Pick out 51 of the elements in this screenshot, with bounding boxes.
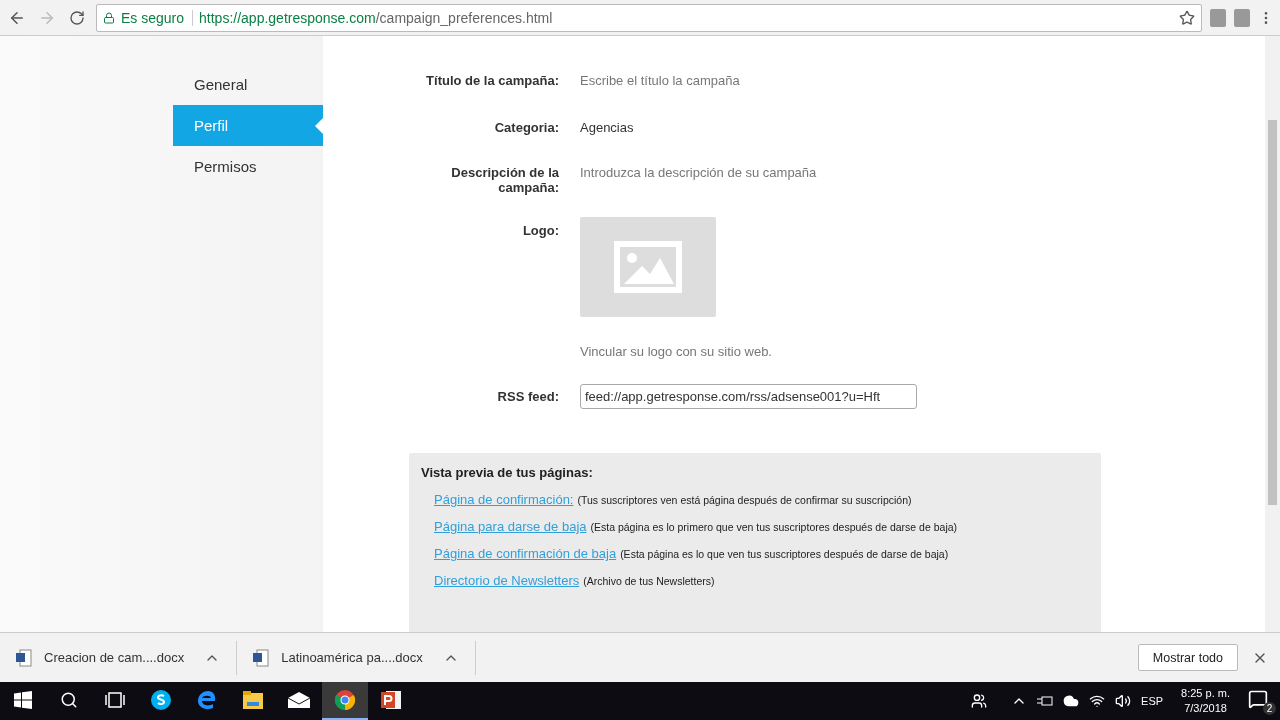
sidebar-item[interactable]: General bbox=[173, 64, 323, 105]
address-bar[interactable]: Es seguro https://app.getresponse.com/campaign_preferences.html bbox=[96, 3, 1202, 32]
taskbar-app[interactable] bbox=[322, 682, 368, 720]
reload-icon bbox=[69, 9, 85, 26]
field-label: RSS feed: bbox=[496, 389, 559, 406]
field-label: Título de la campaña: bbox=[425, 73, 559, 88]
lock-icon bbox=[103, 11, 115, 24]
show-all-button[interactable]: Mostrar todo bbox=[1137, 644, 1238, 671]
field-label: Logo: bbox=[521, 223, 559, 240]
envelope-icon bbox=[287, 691, 311, 709]
download-file-name[interactable]: Creacion de cam....docx bbox=[44, 650, 185, 665]
download-file-name[interactable]: Latinoamérica pa....docx bbox=[281, 650, 423, 665]
cloud-icon[interactable] bbox=[1063, 693, 1080, 709]
word-document-icon bbox=[16, 648, 32, 667]
people-icon[interactable] bbox=[971, 693, 988, 709]
power-plug-icon[interactable] bbox=[1037, 695, 1054, 707]
rss-feed-field[interactable]: feed://app.getresponse.com/rss/adsense001?u=Hft bbox=[580, 384, 917, 409]
speech-bubble-icon bbox=[1248, 689, 1268, 709]
scrollbar[interactable] bbox=[1265, 36, 1280, 632]
extension-icon[interactable] bbox=[1210, 8, 1226, 27]
windows-logo-icon bbox=[14, 691, 32, 709]
skype-icon bbox=[150, 689, 172, 711]
link-note: (Tus suscriptores ven está página después de confirmar su suscripción) bbox=[577, 494, 912, 506]
edge-icon bbox=[196, 689, 218, 711]
link-note: (Archivo de tus Newsletters) bbox=[583, 575, 715, 587]
powerpoint-icon bbox=[380, 689, 402, 711]
link-note: (Esta página es lo que ven tus suscriptores después de darse de baja) bbox=[620, 548, 949, 560]
category-value[interactable]: Agencias bbox=[580, 120, 1265, 135]
search-icon bbox=[60, 691, 78, 709]
security-label: Es seguro bbox=[121, 9, 194, 26]
link-note: (Esta página es lo primero que ven tus suscriptores después de darse de baja) bbox=[590, 521, 958, 533]
url-text: https://app.getresponse.com/campaign_preferences.html bbox=[199, 9, 554, 26]
language-indicator[interactable]: ESP bbox=[1141, 695, 1164, 707]
scrollbar-thumb[interactable] bbox=[1268, 120, 1277, 505]
bookmark-star-icon[interactable] bbox=[1179, 9, 1195, 26]
logo-hint: Vincular su logo con su sitio web. bbox=[580, 344, 772, 359]
folder-icon bbox=[242, 690, 264, 710]
text-field[interactable]: Escribe el título la campaña bbox=[580, 73, 1265, 88]
field-label: Descripción de la campaña: bbox=[450, 165, 559, 195]
task-view-icon bbox=[105, 692, 125, 708]
wifi-icon[interactable] bbox=[1089, 693, 1106, 709]
sidebar-item[interactable]: Permisos bbox=[173, 146, 323, 187]
speaker-icon[interactable] bbox=[1115, 693, 1132, 709]
field-label: Categoria: bbox=[493, 120, 559, 135]
text-field[interactable]: Introduzca la descripción de su campaña bbox=[580, 165, 1265, 180]
extension-icon[interactable] bbox=[1234, 8, 1250, 27]
clock[interactable]: 8:25 p. m. 7/3/2018 bbox=[1173, 686, 1238, 716]
chrome-icon bbox=[334, 689, 356, 711]
preview-title: Vista previa de tus páginas: bbox=[421, 465, 594, 480]
image-icon bbox=[614, 241, 682, 293]
word-document-icon bbox=[253, 648, 270, 667]
